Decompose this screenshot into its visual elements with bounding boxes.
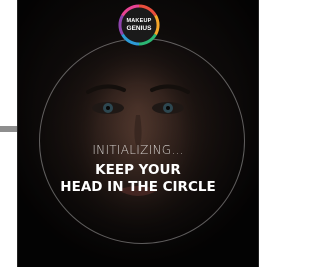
logo-text: MAKEUP GENIUS bbox=[118, 18, 160, 32]
makeup-genius-logo-icon: MAKEUP GENIUS bbox=[118, 4, 160, 46]
instruction-line2: HEAD IN THE CIRCLE bbox=[60, 179, 216, 195]
camera-preview-window: MAKEUP GENIUS INITIALIZING... KEEP YOUR … bbox=[18, 0, 258, 267]
logo-line2: GENIUS bbox=[126, 25, 152, 32]
head-guide-circle bbox=[39, 38, 245, 244]
instruction-line1: KEEP YOUR bbox=[95, 162, 181, 178]
initializing-status: INITIALIZING... bbox=[92, 143, 184, 157]
head-position-instruction: KEEP YOUR HEAD IN THE CIRCLE bbox=[18, 162, 258, 196]
logo-line1: MAKEUP bbox=[126, 18, 152, 24]
